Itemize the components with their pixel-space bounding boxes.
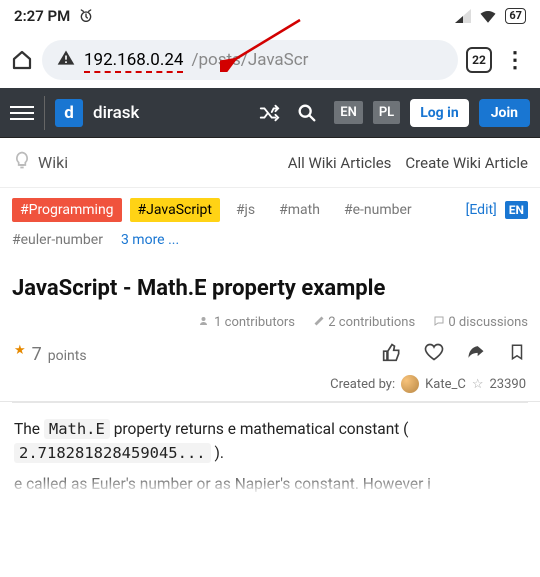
share-icon[interactable] — [466, 342, 486, 367]
join-button[interactable]: Join — [479, 99, 530, 127]
tag-js[interactable]: #js — [228, 198, 263, 222]
alarm-icon — [78, 8, 94, 24]
site-brand[interactable]: dirask — [93, 103, 139, 123]
heart-icon[interactable] — [424, 342, 444, 367]
star-outline-icon: ☆ — [472, 377, 484, 392]
login-button[interactable]: Log in — [410, 99, 469, 127]
create-wiki-link[interactable]: Create Wiki Article — [405, 154, 528, 172]
all-wiki-link[interactable]: All Wiki Articles — [288, 154, 392, 172]
shuffle-icon[interactable] — [258, 102, 280, 124]
not-secure-icon — [56, 48, 76, 73]
address-bar[interactable]: 192.168.0.24/posts/JavaScr — [42, 40, 458, 80]
tag-programming[interactable]: #Programming — [12, 198, 122, 222]
points-label: points — [48, 348, 87, 364]
discussions-count[interactable]: 0 discussions — [433, 315, 528, 330]
code-inline: 2.718281828459045... — [14, 443, 211, 463]
bookmark-icon[interactable] — [508, 342, 526, 367]
upvote-icon[interactable] — [382, 342, 402, 367]
created-by-label: Created by: — [330, 377, 395, 392]
url-host: 192.168.0.24 — [84, 50, 183, 70]
tag-enumber[interactable]: #e-number — [336, 198, 420, 222]
article-body: The Math.E property returns e mathematic… — [0, 403, 540, 471]
lang-badge[interactable]: EN — [505, 201, 528, 219]
code-inline: Math.E — [44, 419, 110, 439]
status-time: 2:27 PM — [14, 7, 70, 25]
signal-icon — [455, 9, 471, 23]
wiki-label[interactable]: Wiki — [38, 153, 68, 172]
home-icon[interactable] — [10, 48, 34, 72]
browser-menu-icon[interactable]: ⋮ — [500, 48, 530, 73]
article-body-continued: e called as Euler's number or as Napier'… — [0, 471, 540, 497]
article-title: JavaScript - Math.E property example — [0, 262, 540, 311]
menu-icon[interactable] — [10, 106, 34, 120]
edit-link[interactable]: [Edit] — [466, 202, 497, 218]
author-avatar[interactable] — [401, 375, 419, 393]
battery-icon: 67 — [505, 8, 526, 24]
contributions-count[interactable]: 2 contributions — [313, 315, 415, 330]
lang-pl[interactable]: PL — [373, 101, 400, 124]
author-score: 23390 — [489, 377, 526, 392]
tab-count[interactable]: 22 — [466, 47, 492, 73]
lang-en[interactable]: EN — [334, 101, 363, 124]
author-name[interactable]: Kate_C — [425, 377, 466, 392]
wifi-icon — [479, 9, 497, 23]
url-path: /posts/JavaScr — [191, 50, 308, 70]
star-icon: ★ — [14, 343, 26, 358]
points-number: 7 — [32, 344, 42, 365]
tags-more[interactable]: 3 more ... — [121, 232, 179, 248]
bulb-icon — [12, 150, 32, 175]
tag-javascript[interactable]: #JavaScript — [130, 198, 220, 222]
tag-euler[interactable]: #euler-number — [12, 228, 111, 252]
divider — [44, 96, 45, 130]
site-logo[interactable]: d — [55, 99, 83, 127]
search-icon[interactable] — [296, 102, 318, 124]
contributors-count[interactable]: 1 contributors — [199, 315, 295, 330]
tag-math[interactable]: #math — [271, 198, 328, 222]
